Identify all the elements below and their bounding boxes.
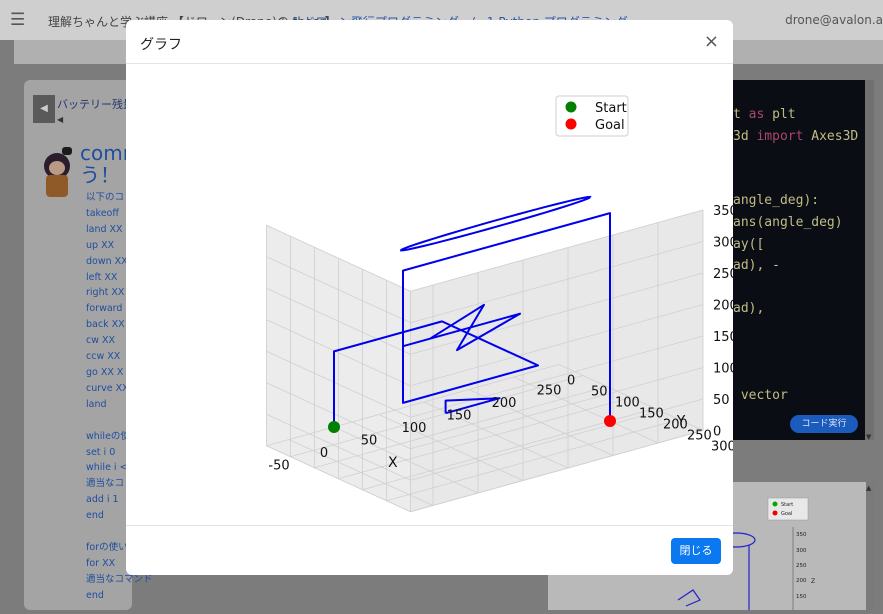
z-tick-label: 150 — [713, 330, 733, 345]
run-code-button[interactable]: コード実行 — [790, 415, 858, 433]
x-tick-label: 250 — [537, 384, 562, 399]
legend-label: Goal — [595, 118, 625, 133]
mini-scrollbar[interactable] — [866, 482, 875, 610]
x-tick-label: 0 — [320, 446, 328, 461]
scroll-down-icon[interactable]: ▼ — [866, 433, 871, 441]
svg-text:200: 200 — [796, 578, 807, 584]
flight-path-circle — [400, 195, 592, 252]
user-email[interactable]: drone@avalon.a — [785, 13, 883, 27]
y-tick-label: 50 — [591, 385, 608, 400]
z-tick-label: 50 — [713, 393, 730, 408]
y-tick-label: 250 — [687, 429, 712, 444]
back-pane — [410, 209, 704, 513]
z-tick-label: 200 — [713, 299, 733, 314]
z-tick-label: 100 — [713, 362, 733, 377]
y-tick-label: 150 — [639, 407, 664, 422]
code-line: ans(angle_deg) — [733, 214, 843, 230]
x-tick-label: 100 — [402, 421, 427, 436]
goal-marker — [604, 415, 616, 427]
mini-legend-start: Start — [781, 502, 793, 508]
modal-footer-divider — [126, 525, 733, 526]
mascot-avatar — [36, 145, 76, 199]
svg-text:300: 300 — [796, 548, 807, 554]
legend-marker — [565, 118, 577, 130]
code-line: ad), - — [733, 258, 780, 274]
svg-text:Z: Z — [811, 578, 815, 585]
mini-legend-goal: Goal — [781, 511, 792, 517]
z-tick-label: 350 — [713, 204, 733, 219]
battery-label: バッテリー残量 — [57, 98, 134, 111]
graph-modal: グラフ × -50 0 50 100 150 200 250 0 50 100 150 200 250 3… — [126, 20, 733, 575]
command-item: end — [86, 589, 104, 601]
x-tick-label: 200 — [492, 396, 517, 411]
hamburger-icon[interactable]: ☰ — [10, 10, 25, 30]
code-text[interactable]: t as plt 3d import Axes3D angle_deg): ans(… — [733, 104, 858, 406]
code-line: angle_deg): — [733, 193, 820, 209]
z-tick-label: 250 — [713, 267, 733, 282]
code-line: 3d import Axes3D — [733, 128, 859, 144]
y-axis-label: Y — [676, 414, 686, 430]
y-tick-label: 300 — [711, 440, 733, 455]
z-tick-label: 0 — [713, 425, 721, 440]
z-tick-label: 300 — [713, 236, 733, 251]
scroll-up-icon[interactable]: ▲ — [866, 484, 871, 492]
panel-back-button[interactable]: ◀ — [33, 95, 55, 123]
flight-path-3d-chart: -500501001502002500501001502002503000501… — [265, 95, 733, 513]
code-line: t as plt — [733, 107, 796, 122]
y-tick-label: 100 — [615, 396, 640, 411]
code-line: ay([ — [733, 236, 765, 252]
close-button[interactable]: 閉じる — [671, 538, 721, 564]
editor-scrollbar[interactable] — [865, 80, 874, 440]
svg-text:350: 350 — [796, 532, 807, 538]
x-tick-label: 50 — [361, 434, 378, 449]
caret-icon: ◀ — [57, 115, 64, 124]
legend-marker — [565, 101, 577, 113]
x-tick-label: -50 — [268, 459, 289, 474]
svg-text:150: 150 — [796, 594, 807, 600]
legend-label: Start — [595, 101, 627, 116]
start-marker — [328, 421, 340, 433]
x-tick-label: 150 — [447, 409, 472, 424]
x-axis-label: X — [388, 455, 398, 471]
code-line: ad), — [733, 301, 765, 317]
code-line: vector — [733, 387, 788, 403]
svg-text:250: 250 — [796, 563, 807, 569]
y-tick-label: 0 — [567, 374, 575, 389]
